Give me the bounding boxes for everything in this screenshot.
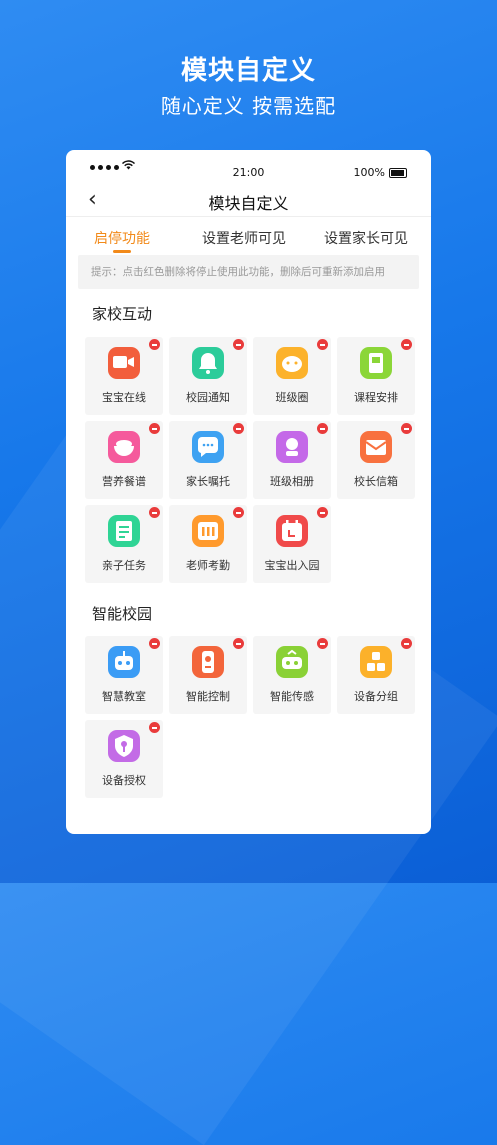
module-tile[interactable]: 校长信箱 bbox=[337, 421, 415, 499]
module-label: 亲子任务 bbox=[102, 559, 146, 572]
battery-indicator: 100% bbox=[354, 166, 407, 179]
module-label: 宝宝在线 bbox=[102, 391, 146, 404]
module-label: 智能传感 bbox=[270, 690, 314, 703]
module-label: 设备授权 bbox=[102, 774, 146, 787]
section-title-home-school: 家校互动 bbox=[92, 305, 153, 323]
calendar-icon bbox=[276, 515, 308, 547]
module-label: 老师考勤 bbox=[186, 559, 230, 572]
module-tile[interactable]: 智能传感 bbox=[253, 636, 331, 714]
module-label: 校园通知 bbox=[186, 391, 230, 404]
remove-module-icon[interactable] bbox=[317, 638, 328, 649]
remove-module-icon[interactable] bbox=[401, 339, 412, 350]
cloud-circle-icon bbox=[276, 347, 308, 379]
status-bar: 21:00 100% bbox=[66, 150, 431, 184]
book-icon bbox=[360, 347, 392, 379]
remote-control-icon bbox=[192, 646, 224, 678]
module-tile[interactable]: 家长嘱托 bbox=[169, 421, 247, 499]
robot-icon bbox=[108, 646, 140, 678]
bowl-icon bbox=[108, 431, 140, 463]
cubes-icon bbox=[360, 646, 392, 678]
module-tile[interactable]: 智能控制 bbox=[169, 636, 247, 714]
module-label: 宝宝出入园 bbox=[264, 559, 320, 572]
module-tile[interactable]: 班级相册 bbox=[253, 421, 331, 499]
module-tile[interactable]: 老师考勤 bbox=[169, 505, 247, 583]
module-tile[interactable]: 亲子任务 bbox=[85, 505, 163, 583]
tab-enable-features[interactable]: 启停功能 bbox=[94, 228, 150, 248]
module-label: 课程安排 bbox=[354, 391, 398, 404]
active-tab-indicator bbox=[113, 250, 131, 253]
remove-module-icon[interactable] bbox=[401, 638, 412, 649]
flower-album-icon bbox=[276, 431, 308, 463]
remove-module-icon[interactable] bbox=[317, 507, 328, 518]
battery-percent: 100% bbox=[353, 166, 385, 179]
remove-module-icon[interactable] bbox=[149, 507, 160, 518]
video-camera-icon bbox=[108, 347, 140, 379]
module-tile[interactable]: 宝宝在线 bbox=[85, 337, 163, 415]
module-grid-smart-campus: 智慧教室 智能控制 智能传感 设备分组设备授权 bbox=[66, 636, 431, 798]
module-label: 智慧教室 bbox=[102, 690, 146, 703]
module-label: 营养餐谱 bbox=[102, 475, 146, 488]
page-title: 模块自定义 bbox=[208, 194, 289, 213]
module-tile[interactable]: 宝宝出入园 bbox=[253, 505, 331, 583]
remove-module-icon[interactable] bbox=[317, 339, 328, 350]
module-tile[interactable]: 设备分组 bbox=[337, 636, 415, 714]
remove-module-icon[interactable] bbox=[149, 638, 160, 649]
module-tile[interactable]: 营养餐谱 bbox=[85, 421, 163, 499]
module-tile[interactable]: 设备授权 bbox=[85, 720, 163, 798]
tip-banner: 提示：点击红色删除将停止使用此功能，删除后可重新添加启用 bbox=[78, 255, 419, 289]
remove-module-icon[interactable] bbox=[149, 339, 160, 350]
remove-module-icon[interactable] bbox=[149, 722, 160, 733]
sensor-icon bbox=[276, 646, 308, 678]
remove-module-icon[interactable] bbox=[233, 507, 244, 518]
module-tile[interactable]: 课程安排 bbox=[337, 337, 415, 415]
remove-module-icon[interactable] bbox=[149, 423, 160, 434]
module-grid-home-school: 宝宝在线 校园通知 班级圈 课程安排营养餐谱 家长嘱托 班级相册 校长信箱亲子任务 老师考勤 宝… bbox=[66, 337, 431, 583]
tab-parent-visibility[interactable]: 设置家长可见 bbox=[324, 228, 408, 248]
module-tile[interactable]: 智慧教室 bbox=[85, 636, 163, 714]
tab-bar: 启停功能 设置老师可见 设置家长可见 bbox=[66, 217, 431, 255]
module-label: 班级相册 bbox=[270, 475, 314, 488]
attendance-icon bbox=[192, 515, 224, 547]
section-title-smart-campus: 智能校园 bbox=[92, 605, 153, 623]
module-label: 班级圈 bbox=[275, 391, 309, 404]
battery-icon bbox=[389, 167, 407, 178]
remove-module-icon[interactable] bbox=[233, 638, 244, 649]
chat-bubble-icon bbox=[192, 431, 224, 463]
module-tile[interactable]: 校园通知 bbox=[169, 337, 247, 415]
module-label: 智能控制 bbox=[186, 690, 230, 703]
bell-icon bbox=[192, 347, 224, 379]
promo-title: 模块自定义 bbox=[180, 56, 316, 86]
remove-module-icon[interactable] bbox=[233, 423, 244, 434]
module-label: 设备分组 bbox=[354, 690, 398, 703]
module-label: 家长嘱托 bbox=[186, 475, 230, 488]
nav-bar: ‹ 模块自定义 bbox=[66, 184, 431, 217]
remove-module-icon[interactable] bbox=[317, 423, 328, 434]
envelope-icon bbox=[360, 431, 392, 463]
module-tile[interactable]: 班级圈 bbox=[253, 337, 331, 415]
key-shield-icon bbox=[108, 730, 140, 762]
phone-screen: 21:00 100% ‹ 模块自定义 启停功能 设置老师可见 设置家长可见 提示… bbox=[66, 150, 431, 834]
module-label: 校长信箱 bbox=[354, 475, 398, 488]
remove-module-icon[interactable] bbox=[233, 339, 244, 350]
remove-module-icon[interactable] bbox=[401, 423, 412, 434]
tab-teacher-visibility[interactable]: 设置老师可见 bbox=[202, 228, 286, 248]
promo-subtitle: 随心定义 按需选配 bbox=[160, 94, 337, 118]
task-list-icon bbox=[108, 515, 140, 547]
